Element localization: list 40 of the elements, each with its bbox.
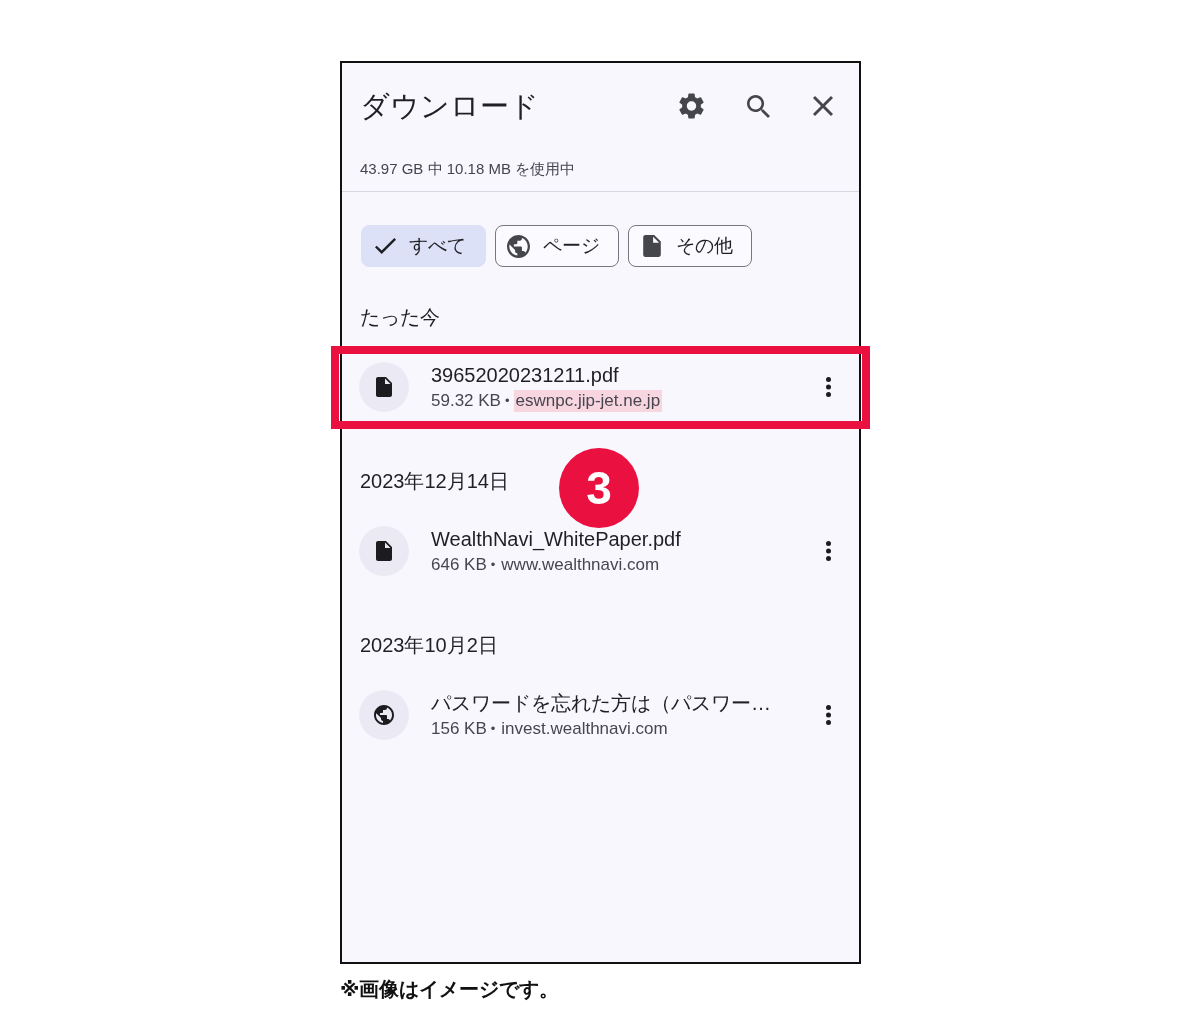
separator-dot: • <box>490 720 496 738</box>
globe-icon <box>507 234 530 258</box>
settings-icon <box>679 93 704 119</box>
separator-dot: • <box>504 392 510 410</box>
more-options-icon <box>826 541 831 561</box>
more-options-button[interactable] <box>826 705 831 725</box>
settings-button[interactable] <box>679 93 704 119</box>
close-icon <box>813 96 833 116</box>
file-icon <box>643 235 661 257</box>
source-domain: eswnpc.jip-jet.ne.jp <box>513 390 663 412</box>
filter-chip[interactable]: その他 <box>628 225 752 267</box>
section-heading: たった今 <box>360 305 440 330</box>
more-options-icon <box>826 377 831 397</box>
step-number-badge: 3 <box>559 448 639 528</box>
search-button[interactable] <box>747 94 770 118</box>
file-size: 59.32 KB <box>431 390 501 412</box>
window-title: ダウンロード <box>360 89 539 124</box>
source-domain: www.wealthnavi.com <box>500 554 661 576</box>
storage-usage-text: 43.97 GB 中 10.18 MB を使用中 <box>360 160 576 177</box>
section-heading: 2023年12月14日 <box>360 469 509 494</box>
file-name[interactable]: WealthNavi_WhitePaper.pdf <box>431 526 681 552</box>
filter-chip[interactable]: すべて <box>361 225 486 267</box>
file-icon <box>359 362 409 412</box>
globe-icon <box>359 690 409 740</box>
file-name[interactable]: 39652020231211.pdf <box>431 362 619 388</box>
file-icon <box>359 526 409 576</box>
caption-text: ※画像はイメージです。 <box>340 977 560 1002</box>
check-icon <box>375 238 396 254</box>
close-button[interactable] <box>813 96 833 116</box>
source-domain: invest.wealthnavi.com <box>500 718 669 740</box>
file-size: 156 KB <box>431 718 487 740</box>
file-size: 646 KB <box>431 554 487 576</box>
file-name[interactable]: パスワードを忘れた方は（パスワー… <box>431 690 771 716</box>
separator-dot: • <box>490 556 496 574</box>
more-options-icon <box>826 705 831 725</box>
more-options-button[interactable] <box>826 377 831 397</box>
filter-chip[interactable]: ページ <box>495 225 619 267</box>
more-options-button[interactable] <box>826 541 831 561</box>
section-heading: 2023年10月2日 <box>360 633 498 658</box>
search-icon <box>747 94 770 118</box>
